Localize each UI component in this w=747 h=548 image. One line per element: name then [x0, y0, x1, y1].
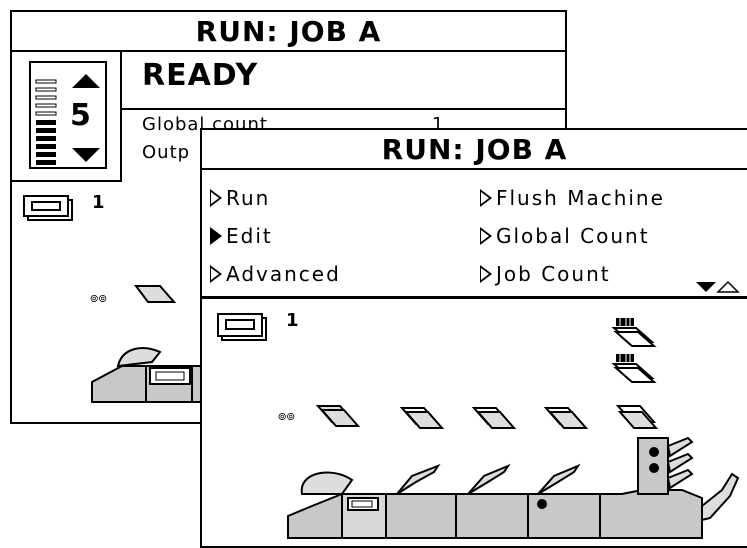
menu-item-job-count[interactable]: Job Count	[480, 262, 611, 286]
triangle-outline-icon	[210, 265, 222, 283]
front-window: RUN: JOB A Run Flush Machine Edit Global…	[200, 128, 747, 548]
output-label: Outp	[142, 142, 191, 163]
menu-item-run[interactable]: Run	[210, 186, 270, 210]
counter-value: 5	[70, 98, 91, 133]
barcode-document-icon	[611, 318, 657, 347]
menu-item-flush-machine[interactable]: Flush Machine	[480, 186, 665, 210]
scroll-down-icon	[696, 282, 716, 292]
counter-panel: 5	[12, 50, 122, 182]
stack-count: 1	[92, 192, 106, 213]
back-window-title: RUN: JOB A	[12, 12, 565, 52]
svg-text:๏๏: ๏๏	[90, 290, 107, 306]
triangle-outline-icon	[480, 227, 492, 245]
triangle-outline-icon	[480, 189, 492, 207]
triangle-filled-icon	[210, 227, 222, 245]
triangle-outline-icon	[480, 265, 492, 283]
front-window-title: RUN: JOB A	[202, 130, 747, 170]
status-text: READY	[142, 58, 259, 93]
counter-widget[interactable]	[28, 60, 108, 170]
barcode-document-icon	[611, 354, 657, 383]
menu-item-edit[interactable]: Edit	[210, 224, 273, 248]
stack-icon	[23, 195, 73, 221]
inserter-system-illustration: ๏๏	[278, 318, 740, 539]
svg-text:๏๏: ๏๏	[278, 408, 295, 424]
triangle-outline-icon	[210, 189, 222, 207]
menu-item-global-count[interactable]: Global Count	[480, 224, 650, 248]
scroll-arrows[interactable]	[694, 280, 740, 296]
scroll-up-icon	[716, 280, 740, 293]
menu-item-advanced[interactable]: Advanced	[210, 262, 341, 286]
